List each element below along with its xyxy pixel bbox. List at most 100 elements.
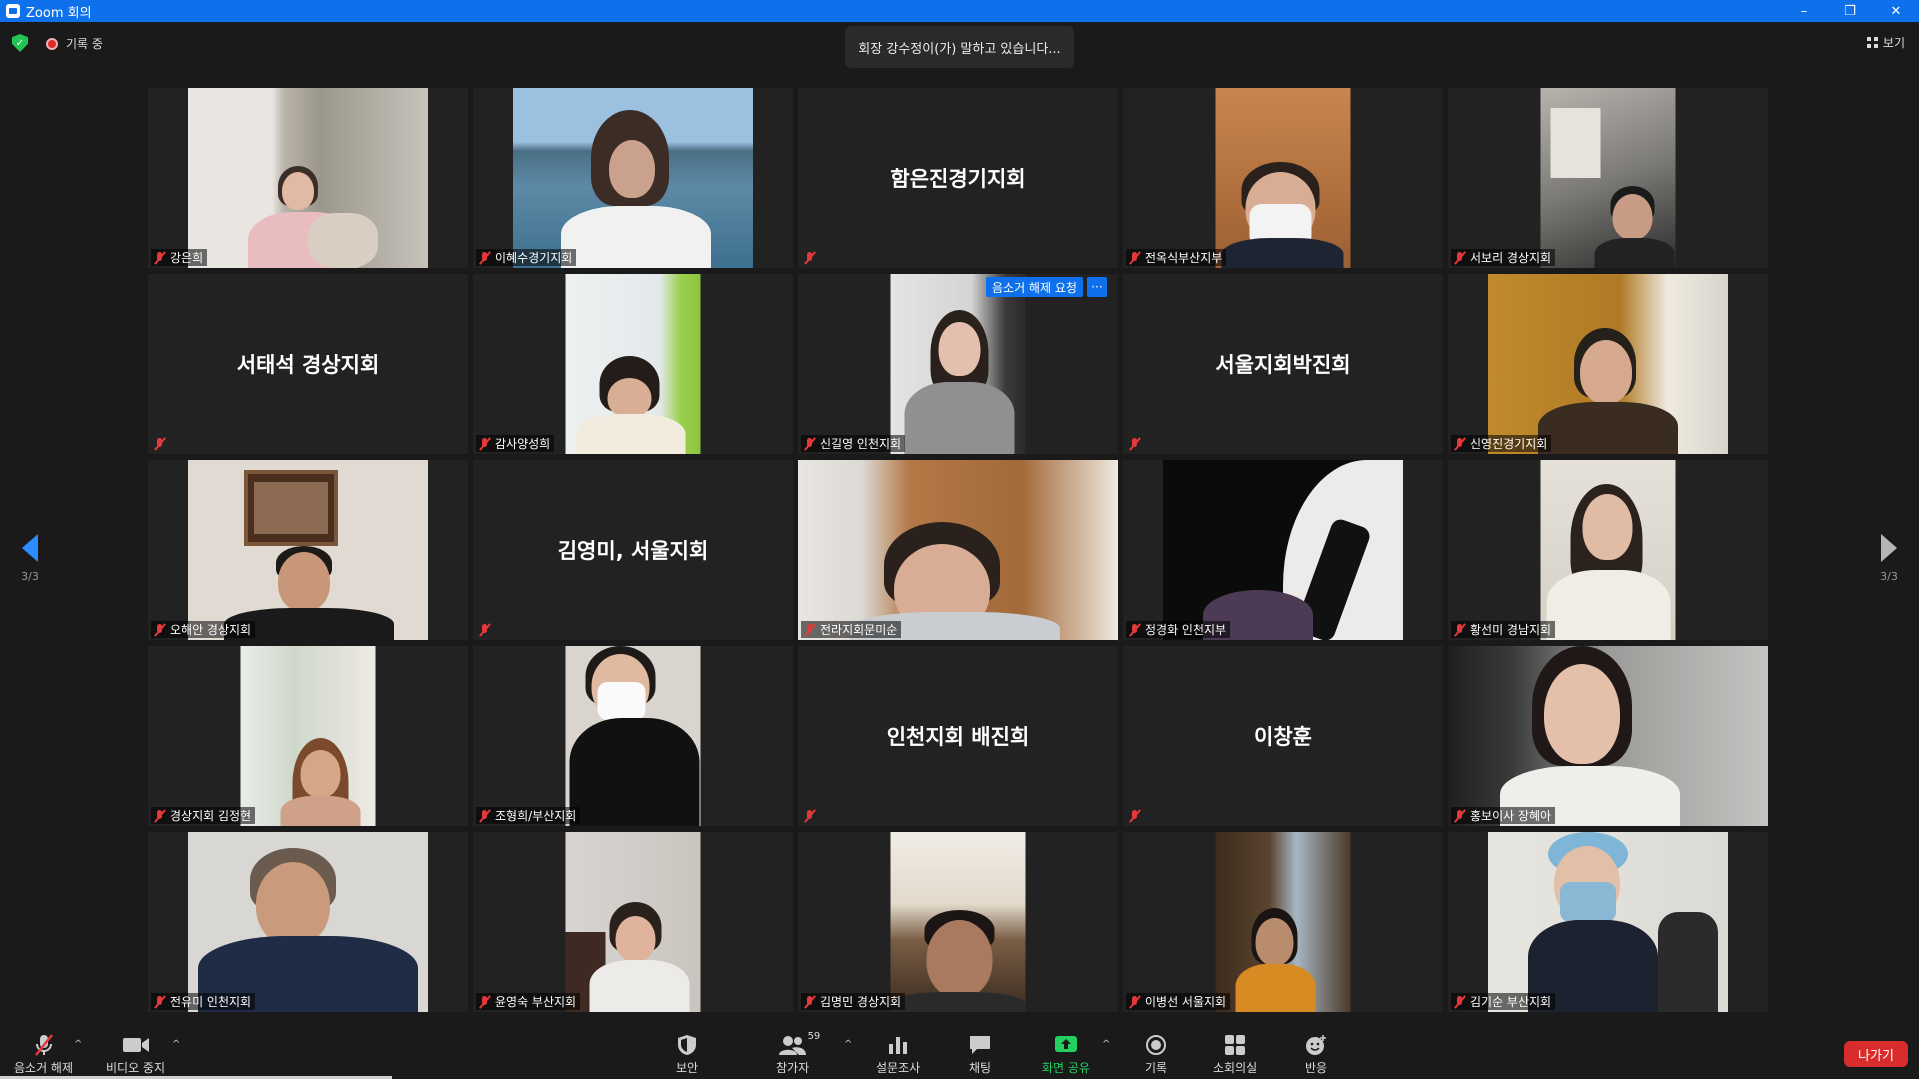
view-button[interactable]: 보기 (1866, 34, 1905, 51)
participant-display-name: 김영미, 서울지회 (557, 539, 709, 563)
window-titlebar: Zoom 회의 – ❐ ✕ (0, 0, 1919, 22)
participant-tile[interactable]: 김영미, 서울지회 (473, 460, 793, 640)
polls-chart-icon (887, 1033, 909, 1057)
participant-video (798, 460, 1118, 640)
share-options-caret-icon[interactable]: ^ (1102, 1039, 1112, 1050)
participant-tile[interactable]: 서울지회박진희 (1123, 274, 1443, 454)
participant-tile[interactable]: 신영진경기지회 (1448, 274, 1768, 454)
participant-name-label: 조형희/부산지회 (476, 807, 581, 824)
mic-muted-icon (803, 995, 817, 1009)
participant-tile[interactable]: 인천지회 배진희 (798, 646, 1118, 826)
participants-button[interactable]: 59 참가자 (776, 1031, 820, 1076)
participant-video (565, 832, 701, 1012)
participant-tile[interactable]: 김기순 부산지회 (1448, 832, 1768, 1012)
participant-name: 정경화 인천지부 (1145, 623, 1227, 637)
restore-button[interactable]: ❐ (1827, 0, 1873, 22)
breakout-rooms-button[interactable]: 소회의실 (1213, 1033, 1257, 1076)
breakout-rooms-icon (1224, 1033, 1246, 1057)
participant-tile[interactable]: 감사양성희 (473, 274, 793, 454)
participant-tile[interactable]: 서태석 경상지회 (148, 274, 468, 454)
unmute-request-label[interactable]: 음소거 해제 요청 (986, 277, 1083, 297)
participant-name-label: 신영진경기지회 (1451, 435, 1552, 452)
grid-view-icon (1866, 37, 1878, 48)
participant-tile[interactable]: 황선미 경남지회 (1448, 460, 1768, 640)
stop-video-button[interactable]: 비디오 중지 (106, 1033, 165, 1076)
participant-name: 홍보이사 장혜아 (1470, 809, 1552, 823)
mic-muted-icon (153, 437, 167, 451)
recording-indicator[interactable]: 기록 중 (46, 35, 103, 52)
share-screen-button[interactable]: 화면 공유 (1042, 1033, 1090, 1076)
window-controls: – ❐ ✕ (1781, 0, 1919, 22)
participant-tile[interactable]: 이혜수경기지회 (473, 88, 793, 268)
participant-tile[interactable]: 정경화 인천지부 (1123, 460, 1443, 640)
participant-name: 감사양성희 (495, 437, 551, 451)
mic-muted-icon (803, 437, 817, 451)
participant-name-label: 김명민 경상지회 (801, 993, 906, 1010)
participant-name: 서보리 경상지회 (1470, 251, 1552, 265)
participant-video (188, 460, 428, 640)
record-button[interactable]: 기록 (1145, 1033, 1167, 1076)
window-title: Zoom 회의 (26, 5, 92, 21)
participant-tile[interactable]: 강은희 (148, 88, 468, 268)
security-shield-toolbar-icon (677, 1033, 697, 1057)
participant-video (1540, 460, 1676, 640)
gallery-view: 강은희 이혜수경기지회 함은진경기지회 전옥식부산지부 서보리 경상지회 서태석… (148, 88, 1774, 1015)
participant-name-label: 홍보이사 장혜아 (1451, 807, 1556, 824)
previous-page-arrow-icon[interactable] (22, 534, 38, 562)
participant-name-label: 서보리 경상지회 (1451, 249, 1556, 266)
participant-tile[interactable]: 전유미 인천지회 (148, 832, 468, 1012)
participant-tile[interactable]: 오해안 경상지회 (148, 460, 468, 640)
participant-tile[interactable]: 경상지회 김정현 (148, 646, 468, 826)
mic-muted-icon (1128, 995, 1142, 1009)
unmute-label: 음소거 해제 (14, 1061, 74, 1075)
more-options-icon[interactable]: ··· (1086, 277, 1107, 297)
chat-button[interactable]: 채팅 (968, 1033, 992, 1076)
mic-muted-icon (153, 251, 167, 265)
participant-name-label: 정경화 인천지부 (1126, 621, 1231, 638)
participant-tile[interactable]: 이병선 서울지회 (1123, 832, 1443, 1012)
participant-tile[interactable]: 이창훈 (1123, 646, 1443, 826)
mic-muted-icon (1128, 623, 1142, 637)
participant-name-label (801, 249, 824, 266)
participant-tile[interactable]: 음소거 해제 요청 ··· 신길영 인천지회 (798, 274, 1118, 454)
reactions-label: 반응 (1304, 1061, 1328, 1075)
security-button[interactable]: 보안 (676, 1033, 698, 1076)
previous-page-nav: 3/3 (15, 534, 45, 583)
participant-tile[interactable]: 김명민 경상지회 (798, 832, 1118, 1012)
unmute-button[interactable]: 음소거 해제 (14, 1033, 73, 1076)
participant-name-label: 전옥식부산지부 (1126, 249, 1227, 266)
share-screen-icon (1054, 1033, 1078, 1057)
mic-muted-icon (478, 809, 492, 823)
participant-tile[interactable]: 전라지회문미순 (798, 460, 1118, 640)
minimize-button[interactable]: – (1781, 0, 1827, 22)
participant-name-label (476, 621, 499, 638)
participant-name-label: 경상지회 김정현 (151, 807, 256, 824)
participant-name: 오해안 경상지회 (170, 623, 252, 637)
reactions-button[interactable]: 반응 (1304, 1033, 1328, 1076)
next-page-arrow-icon[interactable] (1881, 534, 1897, 562)
participant-name: 강은희 (170, 251, 204, 265)
participant-name-label (1126, 435, 1149, 452)
close-window-button[interactable]: ✕ (1873, 0, 1919, 22)
participant-tile[interactable]: 함은진경기지회 (798, 88, 1118, 268)
leave-meeting-button[interactable]: 나가기 (1844, 1041, 1908, 1067)
participants-options-caret-icon[interactable]: ^ (844, 1039, 854, 1050)
participant-tile[interactable]: 홍보이사 장혜아 (1448, 646, 1768, 826)
participant-tile[interactable]: 조형희/부산지회 (473, 646, 793, 826)
video-options-caret-icon[interactable]: ^ (172, 1039, 182, 1050)
audio-options-caret-icon[interactable]: ^ (74, 1039, 84, 1050)
participant-name: 전유미 인천지회 (170, 995, 252, 1009)
participant-video (188, 88, 428, 268)
chat-bubble-icon (968, 1033, 992, 1057)
mic-muted-icon (1453, 809, 1467, 823)
mic-muted-icon (803, 623, 817, 637)
participant-name: 경상지회 김정현 (170, 809, 252, 823)
participant-tile[interactable]: 서보리 경상지회 (1448, 88, 1768, 268)
participant-tile[interactable]: 전옥식부산지부 (1123, 88, 1443, 268)
participant-tile[interactable]: 윤영숙 부산지회 (473, 832, 793, 1012)
page-count-left: 3/3 (21, 570, 39, 583)
participant-video (565, 646, 701, 826)
mic-muted-icon (478, 437, 492, 451)
security-shield-icon[interactable]: ✓ (12, 34, 28, 52)
polls-button[interactable]: 설문조사 (876, 1033, 920, 1076)
